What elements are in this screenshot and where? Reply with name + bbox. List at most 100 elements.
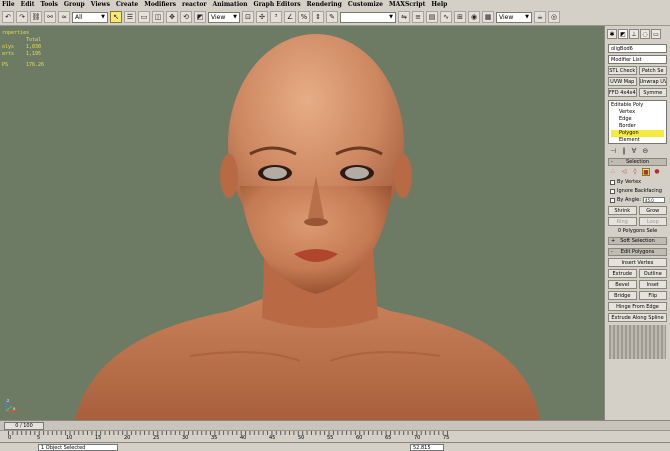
loop-button[interactable]: Loop: [638, 217, 667, 226]
edge-level-icon[interactable]: ◁: [620, 168, 628, 176]
menu-item-help[interactable]: Help: [431, 1, 447, 8]
unlink-icon[interactable]: ⚯: [44, 11, 56, 23]
render-view-dropdown[interactable]: View ▼: [496, 11, 532, 23]
insert-vertex-button[interactable]: Insert Vertex: [608, 258, 667, 267]
menu-item-rendering[interactable]: Rendering: [307, 1, 342, 8]
undo-icon[interactable]: ↶: [2, 11, 14, 23]
layer-manager-icon[interactable]: ▤: [426, 11, 438, 23]
border-level-icon[interactable]: ◊: [631, 168, 639, 176]
curve-editor-icon[interactable]: ∿: [440, 11, 452, 23]
angle-snap-icon[interactable]: ∠: [284, 11, 296, 23]
stack-sub-element[interactable]: Element: [611, 137, 664, 144]
select-scale-icon[interactable]: ◩: [194, 11, 206, 23]
menu-item-reactor[interactable]: reactor: [182, 1, 206, 8]
extrude-button[interactable]: Extrude: [608, 269, 637, 278]
bind-spacewarp-icon[interactable]: ≈: [58, 11, 70, 23]
perspective-viewport[interactable]: roperties Total olys 1,030 erts 1,195 PS 17…: [0, 26, 604, 420]
menu-item-graph-editors[interactable]: Graph Editors: [253, 1, 300, 8]
ffd-button[interactable]: FFD 4x4x4: [608, 88, 637, 97]
create-tab-icon[interactable]: ✱: [607, 29, 617, 39]
time-slider-thumb[interactable]: 0 / 100: [4, 422, 44, 430]
menu-item-modifiers[interactable]: Modifiers: [144, 1, 176, 8]
named-selection-dropdown[interactable]: ▼: [340, 11, 396, 23]
modify-tab-icon[interactable]: ◩: [618, 29, 628, 39]
hierarchy-tab-icon[interactable]: ⊥: [629, 29, 639, 39]
bevel-button[interactable]: Bevel: [608, 280, 637, 289]
remove-modifier-icon[interactable]: ⊖: [642, 147, 648, 155]
menu-item-create[interactable]: Create: [116, 1, 138, 8]
outline-button[interactable]: Outline: [638, 269, 667, 278]
schematic-view-icon[interactable]: ⊞: [454, 11, 466, 23]
soft-selection-rollout[interactable]: + Soft Selection: [608, 237, 667, 245]
menu-item-maxscript[interactable]: MAXScript: [389, 1, 425, 8]
flip-button[interactable]: Flip: [638, 291, 667, 300]
display-tab-icon[interactable]: ▭: [651, 29, 661, 39]
object-name-field[interactable]: oligBod6: [608, 44, 667, 53]
modifier-list-dropdown[interactable]: Modifier List: [608, 55, 667, 64]
material-editor-icon[interactable]: ◉: [468, 11, 480, 23]
reference-coord-dropdown[interactable]: View ▼: [208, 11, 240, 23]
spinner-snap-icon[interactable]: ⇕: [312, 11, 324, 23]
selection-filter-dropdown[interactable]: All ▼: [72, 11, 108, 23]
menu-item-edit[interactable]: Edit: [21, 1, 35, 8]
shrink-button[interactable]: Shrink: [608, 206, 637, 215]
mirror-icon[interactable]: ⇋: [398, 11, 410, 23]
show-end-result-icon[interactable]: ∥: [622, 147, 626, 155]
grow-button[interactable]: Grow: [638, 206, 667, 215]
window-crossing-icon[interactable]: ◫: [152, 11, 164, 23]
snap-toggle-icon[interactable]: ³: [270, 11, 282, 23]
make-unique-icon[interactable]: ∀: [632, 147, 637, 155]
stack-sub-polygon[interactable]: Polygon: [611, 130, 664, 137]
menu-item-group[interactable]: Group: [64, 1, 85, 8]
select-move-icon[interactable]: ✥: [166, 11, 178, 23]
selection-rollout-header[interactable]: - Selection: [608, 158, 667, 166]
menu-item-customize[interactable]: Customize: [348, 1, 383, 8]
quick-render-icon[interactable]: ☕: [534, 11, 546, 23]
character-head-model[interactable]: [0, 26, 604, 420]
align-icon[interactable]: ≡: [412, 11, 424, 23]
time-slider[interactable]: 0 / 100: [0, 420, 670, 430]
stack-sub-border[interactable]: Border: [611, 123, 664, 130]
menu-item-file[interactable]: File: [2, 1, 15, 8]
by-vertex-checkbox[interactable]: By Vertex: [610, 178, 665, 186]
rect-selection-icon[interactable]: ▭: [138, 11, 150, 23]
motion-tab-icon[interactable]: ◌: [640, 29, 650, 39]
hinge-from-edge-button[interactable]: Hinge From Edge: [608, 302, 667, 311]
menu-item-views[interactable]: Views: [91, 1, 110, 8]
stack-sub-vertex[interactable]: Vertex: [611, 109, 664, 116]
trackbar[interactable]: 0 5 10 15 20 25 30 35 40 45 50 55 60 65 70 75: [0, 430, 670, 443]
pivot-center-icon[interactable]: ⊡: [242, 11, 254, 23]
by-angle-checkbox[interactable]: By Angle: 45.0: [610, 196, 665, 204]
extrude-along-spline-button[interactable]: Extrude Along Spline: [608, 313, 667, 322]
link-icon[interactable]: ⛓: [30, 11, 42, 23]
by-angle-spinner[interactable]: 45.0: [642, 197, 665, 203]
bridge-button[interactable]: Bridge: [608, 291, 637, 300]
patch-select-button[interactable]: Patch Se: [638, 66, 667, 75]
symmetry-button[interactable]: Symme: [638, 88, 667, 97]
element-level-icon[interactable]: ●: [653, 168, 661, 176]
menu-item-tools[interactable]: Tools: [40, 1, 57, 8]
coordinate-field[interactable]: 52.815: [410, 444, 444, 451]
render-scene-icon[interactable]: ▦: [482, 11, 494, 23]
redo-icon[interactable]: ↷: [16, 11, 28, 23]
percent-snap-icon[interactable]: %: [298, 11, 310, 23]
unwrap-uvw-button[interactable]: Unwrap UV: [638, 77, 667, 86]
render-last-icon[interactable]: ◎: [548, 11, 560, 23]
stl-check-button[interactable]: STL Check: [608, 66, 637, 75]
edit-polygons-rollout[interactable]: - Edit Polygons: [608, 248, 667, 256]
menu-item-animation[interactable]: Animation: [213, 1, 248, 8]
named-sel-edit-icon[interactable]: ✎: [326, 11, 338, 23]
polygon-level-icon[interactable]: ■: [642, 168, 650, 176]
stack-base-item[interactable]: Editable Poly: [611, 102, 664, 109]
select-by-name-icon[interactable]: ☰: [124, 11, 136, 23]
ring-button[interactable]: Ring: [608, 217, 637, 226]
ignore-backfacing-checkbox[interactable]: Ignore Backfacing: [610, 187, 665, 195]
stack-sub-edge[interactable]: Edge: [611, 116, 664, 123]
inset-button[interactable]: Inset: [638, 280, 667, 289]
pin-stack-icon[interactable]: ⊣: [610, 147, 616, 155]
uvw-map-button[interactable]: UVW Map: [608, 77, 637, 86]
select-rotate-icon[interactable]: ⟲: [180, 11, 192, 23]
vertex-level-icon[interactable]: ∴: [609, 168, 617, 176]
select-object-icon[interactable]: ↖: [110, 11, 122, 23]
modifier-stack[interactable]: Editable Poly Vertex Edge Border Polygon…: [608, 100, 667, 144]
